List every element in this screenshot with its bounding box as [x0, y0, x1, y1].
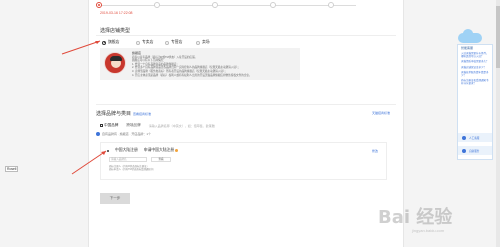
check-button[interactable]: 查看 — [151, 157, 171, 162]
tool-icon — [462, 148, 466, 153]
scrollbar[interactable] — [496, 0, 500, 247]
brand-card: 中国大陆注册 申请中国大陆注册 修改 请输入品牌名 查看 商标注册人（持有R状态… — [100, 142, 387, 180]
brand-region-left[interactable]: 中国大陆注册 — [115, 148, 138, 153]
avatar — [104, 52, 126, 74]
step-2 — [154, 2, 160, 8]
status-badge — [175, 148, 179, 152]
brand-card-title: 中国大陆注册 申请中国大陆注册 — [107, 148, 179, 153]
brand-region-right[interactable]: 申请中国大陆注册 — [144, 148, 179, 153]
progress-steps: 2019-03-16 17:22:08 — [96, 0, 396, 16]
scrollbar-thumb[interactable] — [496, 6, 500, 68]
faq-item[interactable]: 入驻天猫需要什么条件，哪些类目可以入驻？ — [458, 51, 492, 59]
brand-note-text: 自有品牌有 · 旗舰店 · 开店品牌：1个 — [102, 132, 152, 136]
checkbox-icon — [100, 123, 103, 127]
radio-flagship[interactable]: 旗舰店 — [102, 40, 119, 45]
human-service-button[interactable]: 人工客服 — [458, 133, 492, 142]
next-button[interactable]: 下一步 — [100, 193, 130, 204]
self-service-button[interactable]: 自助服务 — [458, 146, 492, 155]
side-label: Rosell — [5, 166, 19, 172]
faq-item[interactable]: 商标注册证和受理通知书有什么要求？ — [458, 78, 492, 86]
radio-specialty[interactable]: 专营店 — [165, 40, 182, 45]
radio-circle — [196, 40, 200, 45]
radio-circle — [136, 40, 140, 45]
brand-section-title: 选择品牌与类目 查看招商标准 — [96, 110, 151, 117]
watermark-url: jingyan.baidu.com — [412, 228, 445, 233]
step-1 — [96, 2, 102, 8]
annotation-arrow-icon — [61, 40, 101, 55]
radio-label: 专营店 — [171, 40, 183, 44]
faq-item[interactable]: 天猫技术服务费年费是多少？ — [458, 70, 492, 78]
brand-name-input[interactable]: 请输入品牌名 — [109, 157, 147, 162]
desc-line: 商标申请人（持有TM状态商标受理通知书） — [109, 168, 156, 172]
info-line: 4. 开店主体必须是品牌（商标）权利人或持有权利人出具的开设天猫品牌旗舰店排他性… — [132, 73, 252, 77]
store-type-title: 选择店铺类型 — [100, 28, 131, 34]
step-4 — [270, 2, 276, 8]
step-date: 2019-03-16 17:22:08 — [100, 11, 133, 15]
edit-link[interactable]: 修改 — [372, 149, 378, 153]
radio-mall[interactable]: 卖场 — [196, 40, 210, 45]
radio-label: 专卖店 — [142, 40, 154, 44]
info-text: 旗舰店 商家以自有品牌（商标为R或TM状态）入驻开设的店铺。 旗舰店可以有以下几… — [132, 51, 297, 77]
brand-tabs: 中国品牌 跨境品牌 请输入品牌名称（中英文），如：佰草集、欧莱雅 — [100, 123, 215, 128]
service-panel: 智能客服 入驻天猫需要什么条件，哪些类目可以入驻？ 天猫资质审核需要多久？ 天猫… — [457, 44, 493, 160]
divider — [96, 35, 396, 36]
radio-circle — [165, 40, 169, 45]
radio-exclusive[interactable]: 专卖店 — [136, 40, 153, 45]
radio-label: 卖场 — [202, 40, 210, 44]
annotation-arrow-icon — [71, 150, 107, 175]
radio-label: 旗舰店 — [108, 40, 120, 44]
watermark: Bai 经验 — [378, 207, 453, 228]
brand-desc: 商标注册人（持有R状态商标注册证） 商标申请人（持有TM状态商标受理通知书） — [109, 165, 259, 172]
divider — [96, 104, 396, 105]
tab-crossborder-brand[interactable]: 跨境品牌 — [126, 123, 140, 128]
progress-line — [100, 5, 356, 6]
brand-standard-link[interactable]: 查看招商标准 — [133, 112, 151, 116]
step-5 — [328, 2, 334, 8]
cloud-icon — [458, 29, 482, 43]
brand-note: 自有品牌有 · 旗舰店 · 开店品牌：1个 — [96, 132, 151, 136]
tab-china-brand[interactable]: 中国品牌 — [100, 123, 118, 128]
brand-search-hint[interactable]: 请输入品牌名称（中英文），如：佰草集、欧莱雅 — [149, 124, 215, 128]
info-icon — [96, 132, 100, 136]
brand-title-text: 选择品牌与类目 — [96, 111, 132, 117]
store-type-info: 旗舰店 商家以自有品牌（商标为R或TM状态）入驻开设的店铺。 旗舰店可以有以下几… — [100, 48, 300, 80]
step-3 — [212, 2, 218, 8]
headset-icon — [462, 135, 466, 140]
tmall-standard-link[interactable]: 天猫招商标准 — [372, 111, 390, 115]
avatar-hair — [110, 56, 122, 61]
